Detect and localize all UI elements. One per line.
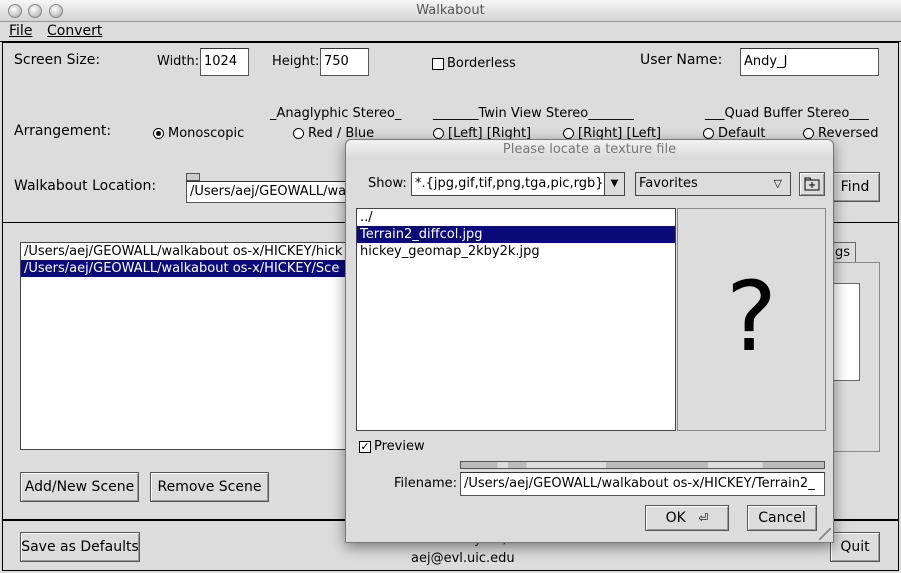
borderless-checkbox[interactable] xyxy=(432,58,444,70)
dialog-title: Please locate a texture file xyxy=(346,140,833,160)
location-input[interactable]: /Users/aej/GEOWALL/wa xyxy=(186,181,356,203)
menu-file[interactable]: File xyxy=(9,23,32,39)
resize-grip-icon[interactable] xyxy=(819,528,831,540)
tab-settings-partial[interactable]: gs xyxy=(832,242,856,262)
width-label: Width: xyxy=(157,54,200,69)
walkabout-location-label: Walkabout Location: xyxy=(14,178,157,194)
filename-label: Filename: xyxy=(394,476,458,491)
menu-convert[interactable]: Convert xyxy=(47,23,102,39)
radio-twin-left-right[interactable] xyxy=(433,128,444,139)
radio-red-blue[interactable] xyxy=(293,128,304,139)
list-item[interactable]: /Users/aej/GEOWALL/walkabout os-x/HICKEY… xyxy=(21,243,349,260)
borderless-label: Borderless xyxy=(447,56,516,71)
radio-quad-default[interactable] xyxy=(703,128,714,139)
ok-label: OK xyxy=(665,510,686,526)
window-titlebar[interactable]: Walkabout xyxy=(0,0,901,22)
close-window-icon[interactable] xyxy=(8,4,22,18)
user-name-label: User Name: xyxy=(640,52,723,68)
file-item[interactable]: hickey_geomap_2kby2k.jpg xyxy=(357,243,675,260)
texture-file-dialog: Please locate a texture file Show: *.{jp… xyxy=(345,139,834,543)
email-text: aej@evl.uic.edu xyxy=(411,551,515,566)
twin-view-header: _______Twin View Stereo_______ xyxy=(433,106,634,121)
new-folder-icon[interactable] xyxy=(799,172,825,196)
width-input[interactable]: 1024 xyxy=(200,48,249,76)
arrangement-label: Arrangement: xyxy=(14,123,112,139)
filename-input[interactable]: /Users/aej/GEOWALL/walkabout os-x/HICKEY… xyxy=(460,472,825,496)
user-name-input[interactable]: Andy_J xyxy=(740,48,879,76)
screen-size-label: Screen Size: xyxy=(14,52,101,68)
quit-button[interactable]: Quit xyxy=(830,532,880,562)
tab-panel-field[interactable] xyxy=(834,283,860,381)
return-key-icon: ⏎ xyxy=(698,511,709,525)
preview-box: ? xyxy=(677,208,826,431)
minimize-window-icon[interactable] xyxy=(28,4,42,18)
show-label: Show: xyxy=(368,176,407,191)
save-defaults-button[interactable]: Save as Defaults xyxy=(20,532,140,562)
filename-path-bar[interactable] xyxy=(460,461,825,469)
radio-monoscopic[interactable] xyxy=(153,128,164,139)
chevron-down-icon: ▼ xyxy=(604,173,624,195)
ok-button[interactable]: OK ⏎ xyxy=(645,505,729,531)
favorites-label: Favorites xyxy=(639,176,698,191)
radio-quad-reversed[interactable] xyxy=(803,128,814,139)
menu-bar: File Convert xyxy=(0,22,901,42)
remove-scene-button[interactable]: Remove Scene xyxy=(150,472,269,502)
preview-label: Preview xyxy=(374,439,425,454)
file-filter-select[interactable]: *.{jpg,gif,tif,png,tga,pic,rgb} ▼ xyxy=(411,172,625,196)
triangle-down-icon: ▽ xyxy=(773,177,782,190)
preview-placeholder-glyph: ? xyxy=(726,261,777,373)
anaglyph-header: _Anaglyphic Stereo_ xyxy=(270,106,402,121)
height-label: Height: xyxy=(272,54,320,69)
file-list[interactable]: ../ Terrain2_diffcol.jpg hickey_geomap_2… xyxy=(356,208,676,431)
height-input[interactable]: 750 xyxy=(320,48,369,76)
file-item[interactable]: Terrain2_diffcol.jpg xyxy=(357,226,675,243)
zoom-window-icon[interactable] xyxy=(49,4,63,18)
location-scrollbar[interactable] xyxy=(186,173,200,181)
favorites-menu[interactable]: Favorites ▽ xyxy=(635,172,791,196)
quad-buffer-header: ___Quad Buffer Stereo___ xyxy=(705,106,869,121)
window-title: Walkabout xyxy=(416,3,485,18)
cancel-button[interactable]: Cancel xyxy=(747,505,817,531)
add-new-scene-button[interactable]: Add/New Scene xyxy=(20,472,139,502)
monoscopic-label: Monoscopic xyxy=(168,126,245,141)
radio-twin-right-left[interactable] xyxy=(563,128,574,139)
preview-checkbox[interactable]: ✓ xyxy=(359,441,371,453)
file-filter-value: *.{jpg,gif,tif,png,tga,pic,rgb} xyxy=(415,176,604,191)
file-item-parent[interactable]: ../ xyxy=(357,209,675,226)
list-item[interactable]: /Users/aej/GEOWALL/walkabout os-x/HICKEY… xyxy=(21,260,349,277)
scene-list[interactable]: /Users/aej/GEOWALL/walkabout os-x/HICKEY… xyxy=(20,242,350,450)
find-button[interactable]: Find xyxy=(830,172,880,202)
